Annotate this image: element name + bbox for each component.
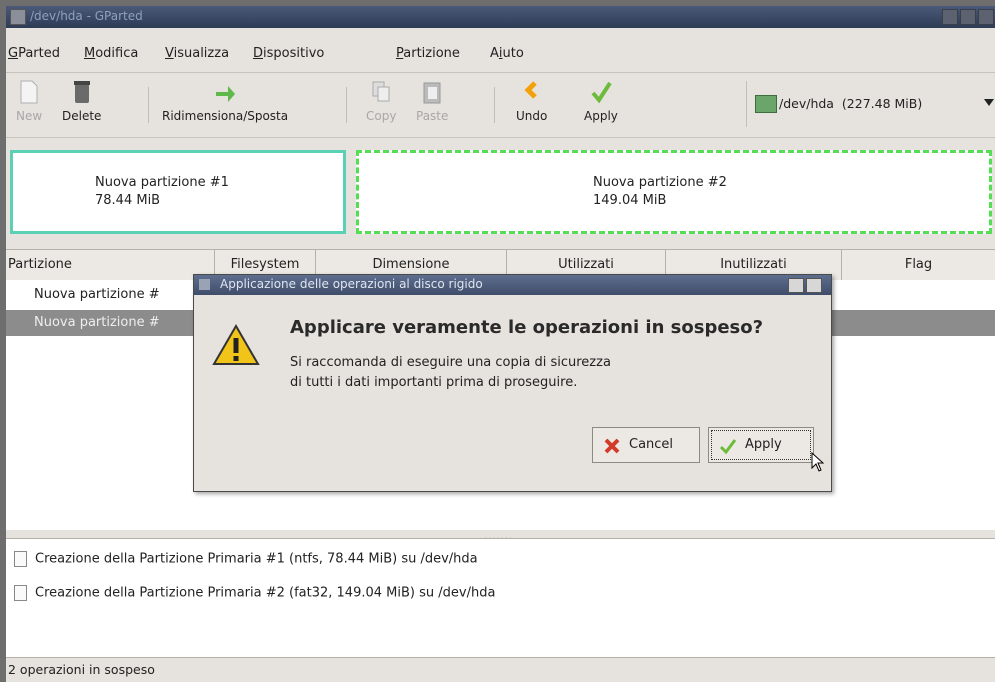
delete-button[interactable]: Delete xyxy=(62,79,101,123)
mouse-pointer-icon xyxy=(811,452,825,472)
menu-gparted[interactable]: GParted xyxy=(8,46,60,61)
list-item[interactable]: Creazione della Partizione Primaria #2 (… xyxy=(14,585,495,601)
column-partizione[interactable]: Partizione xyxy=(6,250,215,280)
partition-row-name: Nuova partizione # xyxy=(34,315,160,330)
new-button[interactable]: New xyxy=(16,79,42,123)
device-selector[interactable]: /dev/hda (227.48 MiB) xyxy=(746,81,995,127)
close-button[interactable] xyxy=(978,9,994,25)
document-icon xyxy=(14,585,27,601)
trash-icon xyxy=(73,81,90,103)
status-text: 2 operazioni in sospeso xyxy=(8,662,155,677)
device-path: /dev/hda xyxy=(779,96,834,111)
dialog-minimize-button[interactable] xyxy=(788,278,804,293)
dialog-message: Si raccomanda di eseguire una copia di s… xyxy=(290,355,611,390)
dialog-heading: Applicare veramente le operazioni in sos… xyxy=(290,317,764,338)
copy-icon xyxy=(372,81,390,102)
dropdown-arrow-icon xyxy=(984,99,994,106)
window-title: /dev/hda - GParted xyxy=(30,9,143,23)
copy-button[interactable]: Copy xyxy=(366,79,396,123)
checkmark-icon xyxy=(719,439,737,455)
resize-move-button[interactable]: Ridimensiona/Sposta xyxy=(162,79,288,123)
gparted-window: /dev/hda - GParted GParted Modifica Visu… xyxy=(6,6,995,682)
checkmark-icon xyxy=(591,81,612,104)
dialog-close-button[interactable] xyxy=(806,278,822,293)
toolbar-separator xyxy=(494,87,495,123)
title-bar[interactable]: /dev/hda - GParted xyxy=(6,6,995,28)
document-icon xyxy=(14,551,27,567)
maximize-button[interactable] xyxy=(960,9,976,25)
undo-icon xyxy=(524,81,537,99)
confirm-apply-dialog: Applicazione delle operazioni al disco r… xyxy=(193,274,832,492)
toolbar-separator xyxy=(346,87,347,123)
dialog-title-bar[interactable]: Applicazione delle operazioni al disco r… xyxy=(194,275,831,295)
menu-bar: GParted Modifica Visualizza Dispositivo … xyxy=(6,42,995,68)
app-icon xyxy=(10,9,26,25)
toolbar: New Delete Ridimensiona/Sposta Copy Past… xyxy=(6,72,995,138)
column-flag[interactable]: Flag xyxy=(842,250,995,280)
paste-button[interactable]: Paste xyxy=(416,79,448,123)
device-size: (227.48 MiB) xyxy=(841,96,923,111)
operations-log: Creazione della Partizione Primaria #1 (… xyxy=(6,538,995,657)
dialog-menu-icon[interactable] xyxy=(199,279,210,290)
menu-aiuto[interactable]: Aiuto xyxy=(490,46,524,61)
partition-visualizer: Nuova partizione #1 78.44 MiB Nuova part… xyxy=(6,144,995,244)
status-bar: 2 operazioni in sospeso xyxy=(6,657,995,682)
cancel-button[interactable]: Cancel xyxy=(592,427,700,463)
hard-disk-icon xyxy=(755,95,777,113)
undo-button[interactable]: Undo xyxy=(516,79,547,123)
partition-name: Nuova partizione #1 xyxy=(95,175,229,190)
new-document-icon xyxy=(20,80,38,104)
menu-visualizza[interactable]: Visualizza xyxy=(165,46,229,61)
partition-size: 149.04 MiB xyxy=(593,193,667,208)
menu-modifica[interactable]: Modifica xyxy=(84,46,138,61)
warning-icon xyxy=(212,324,260,365)
partition-size: 78.44 MiB xyxy=(95,193,161,208)
dialog-title: Applicazione delle operazioni al disco r… xyxy=(220,277,483,291)
toolbar-separator xyxy=(148,87,149,123)
minimize-button[interactable] xyxy=(942,9,958,25)
list-item[interactable]: Creazione della Partizione Primaria #1 (… xyxy=(14,551,478,567)
dialog-apply-button[interactable]: Apply xyxy=(708,427,814,463)
apply-button[interactable]: Apply xyxy=(584,79,618,123)
resize-arrow-icon xyxy=(216,86,236,102)
menu-dispositivo[interactable]: Dispositivo xyxy=(253,46,324,61)
cancel-x-icon xyxy=(604,438,620,454)
partition-block-1[interactable]: Nuova partizione #1 78.44 MiB xyxy=(10,150,346,234)
partition-block-2[interactable]: Nuova partizione #2 149.04 MiB xyxy=(356,150,992,234)
partition-row-name: Nuova partizione # xyxy=(34,287,160,302)
partition-name: Nuova partizione #2 xyxy=(593,175,727,190)
paste-icon xyxy=(423,82,441,104)
menu-partizione[interactable]: Partizione xyxy=(396,46,460,61)
